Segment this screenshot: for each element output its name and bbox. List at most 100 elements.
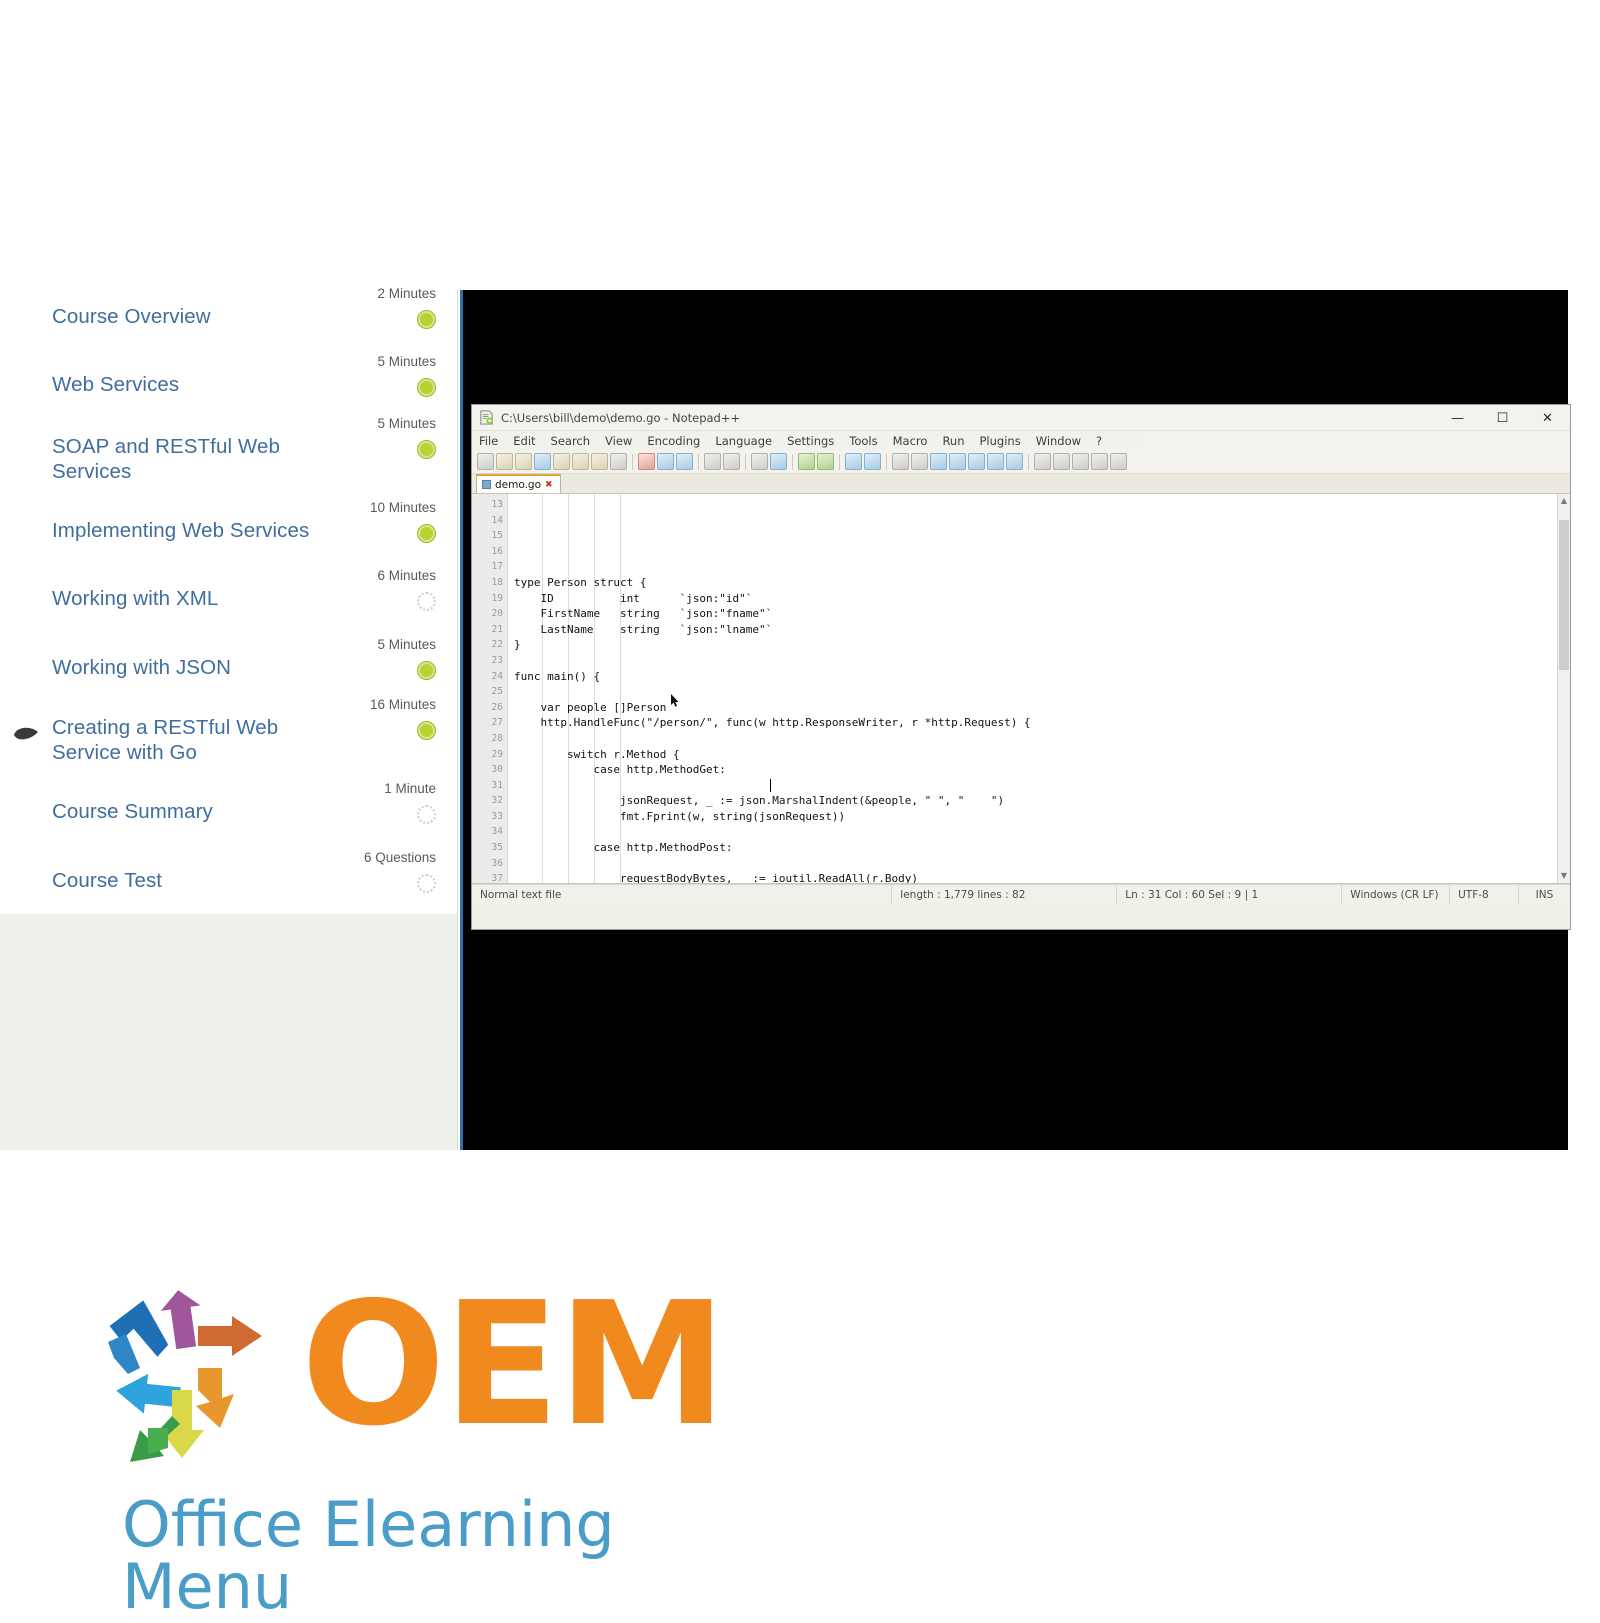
menu-settings[interactable]: Settings <box>787 434 834 448</box>
toolbar-indent-guide-icon[interactable] <box>930 453 947 470</box>
toolbar-macro-rec-icon[interactable] <box>1053 453 1070 470</box>
scroll-down-arrow[interactable]: ▼ <box>1559 871 1569 881</box>
toolbar-close-icon[interactable] <box>553 453 570 470</box>
oem-logo: OEM Office Elearning Menu <box>86 1272 727 1618</box>
menu-language[interactable]: Language <box>715 434 772 448</box>
toolbar-print-icon[interactable] <box>610 453 627 470</box>
course-outline-item-meta: 16 Minutes <box>286 697 436 740</box>
toolbar-ui-go-icon[interactable] <box>949 453 966 470</box>
document-tab-bar[interactable]: demo.go ✖ <box>472 474 1570 494</box>
editor-vertical-scrollbar[interactable]: ▲ ▼ <box>1557 494 1570 883</box>
code-text-area[interactable]: type Person struct { ID int `json:"id"` … <box>508 494 1570 883</box>
line-number: 20 <box>491 608 503 620</box>
toolbar-sync-v-icon[interactable] <box>845 453 862 470</box>
toolbar-macro-play-icon[interactable] <box>1091 453 1108 470</box>
menu-macro[interactable]: Macro <box>893 434 928 448</box>
code-line[interactable]: case http.MethodGet: <box>508 762 1570 778</box>
menu-encoding[interactable]: Encoding <box>647 434 700 448</box>
status-complete-icon <box>417 524 436 543</box>
window-titlebar[interactable]: C:\Users\bill\demo\demo.go - Notepad++ —… <box>472 405 1570 431</box>
menu-file[interactable]: File <box>479 434 498 448</box>
code-line[interactable]: var people []Person <box>508 700 1570 716</box>
minimize-button[interactable]: — <box>1435 405 1480 431</box>
toolbar-ui-doc-icon[interactable] <box>968 453 985 470</box>
code-line[interactable] <box>508 778 1570 794</box>
toolbar-save-icon[interactable] <box>515 453 532 470</box>
toolbar-close-all-icon[interactable] <box>572 453 589 470</box>
line-number: 28 <box>491 732 503 744</box>
code-line[interactable]: ID int `json:"id"` <box>508 591 1570 607</box>
menu-view[interactable]: View <box>605 434 632 448</box>
line-number: 25 <box>491 686 503 698</box>
menu-bar[interactable]: File Edit Search View Encoding Language Settin… <box>472 431 1570 450</box>
course-outline-item[interactable]: Creating a RESTful Web Service with Go 16… <box>0 697 458 775</box>
toolbar-word-wrap-icon[interactable] <box>892 453 909 470</box>
code-line[interactable]: FirstName string `json:"fname"` <box>508 606 1570 622</box>
code-editor[interactable]: 13 14 15 16 17 18 19 20 21 22 23 24 25 26 27 28 29 30 31 32… <box>472 494 1570 884</box>
toolbar-show-all-chars-icon[interactable] <box>911 453 928 470</box>
toolbar-macro-stop-icon[interactable] <box>1072 453 1089 470</box>
document-tab-label: demo.go <box>495 478 542 491</box>
toolbar-cut-icon[interactable] <box>638 453 655 470</box>
tab-close-icon[interactable]: ✖ <box>545 480 553 490</box>
code-line[interactable]: http.HandleFunc("/person/", func(w http.… <box>508 715 1570 731</box>
toolbar-ui-fn-icon[interactable] <box>1006 453 1023 470</box>
line-number: 37 <box>491 873 503 884</box>
course-outline-item-meta: 5 Minutes <box>286 637 436 680</box>
line-number: 18 <box>491 576 503 588</box>
code-line[interactable]: case http.MethodPost: <box>508 840 1570 856</box>
toolbar-redo-icon[interactable] <box>723 453 740 470</box>
code-line[interactable]: fmt.Fprint(w, string(jsonRequest)) <box>508 809 1570 825</box>
toolbar-zoom-in-icon[interactable] <box>798 453 815 470</box>
toolbar-open-file-icon[interactable] <box>496 453 513 470</box>
course-outline-item[interactable]: SOAP and RESTful Web Services 5 Minutes <box>0 416 458 494</box>
code-line[interactable]: } <box>508 637 1570 653</box>
code-line[interactable] <box>508 825 1570 841</box>
video-player-area[interactable]: C:\Users\bill\demo\demo.go - Notepad++ —… <box>460 290 1571 1150</box>
toolbar-new-file-icon[interactable] <box>477 453 494 470</box>
status-incomplete-icon <box>417 805 436 824</box>
code-line[interactable]: type Person struct { <box>508 575 1570 591</box>
toolbar[interactable] <box>472 450 1570 474</box>
toolbar-undo-icon[interactable] <box>704 453 721 470</box>
status-complete-icon <box>417 661 436 680</box>
toolbar-macro-save-icon[interactable] <box>1110 453 1127 470</box>
code-line[interactable] <box>508 731 1570 747</box>
close-button[interactable]: ✕ <box>1525 405 1570 431</box>
notepad-plus-plus-window[interactable]: C:\Users\bill\demo\demo.go - Notepad++ —… <box>471 404 1571 930</box>
course-outline-item-meta: 10 Minutes <box>286 500 436 543</box>
code-line[interactable]: jsonRequest, _ := json.MarshalIndent(&pe… <box>508 793 1570 809</box>
menu-[interactable]: ? <box>1096 434 1102 448</box>
code-line[interactable] <box>508 684 1570 700</box>
toolbar-sync-h-icon[interactable] <box>864 453 881 470</box>
maximize-button[interactable]: ☐ <box>1480 405 1525 431</box>
toolbar-ui-map-icon[interactable] <box>987 453 1004 470</box>
toolbar-find-icon[interactable] <box>751 453 768 470</box>
menu-search[interactable]: Search <box>551 434 591 448</box>
toolbar-doc-list-icon[interactable] <box>1034 453 1051 470</box>
scroll-up-arrow[interactable]: ▲ <box>1559 496 1569 506</box>
code-line[interactable] <box>508 856 1570 872</box>
line-number: 35 <box>491 842 503 854</box>
document-tab-demo-go[interactable]: demo.go ✖ <box>476 474 561 493</box>
menu-run[interactable]: Run <box>942 434 964 448</box>
toolbar-zoom-out-icon[interactable] <box>817 453 834 470</box>
toolbar-print-preview-icon[interactable] <box>591 453 608 470</box>
menu-window[interactable]: Window <box>1036 434 1081 448</box>
code-line[interactable]: LastName string `json:"lname"` <box>508 622 1570 638</box>
menu-tools[interactable]: Tools <box>849 434 877 448</box>
toolbar-paste-icon[interactable] <box>676 453 693 470</box>
code-line[interactable] <box>508 653 1570 669</box>
course-outline-item-duration: 5 Minutes <box>377 354 436 369</box>
code-line[interactable]: func main() { <box>508 669 1570 685</box>
menu-edit[interactable]: Edit <box>513 434 535 448</box>
code-line[interactable]: requestBodyBytes, _ := ioutil.ReadAll(r.… <box>508 871 1570 883</box>
toolbar-save-all-icon[interactable] <box>534 453 551 470</box>
code-line[interactable]: switch r.Method { <box>508 747 1570 763</box>
toolbar-replace-icon[interactable] <box>770 453 787 470</box>
scrollbar-thumb[interactable] <box>1559 520 1569 670</box>
course-outline-item[interactable]: Course Test 6 Questions <box>0 850 458 928</box>
toolbar-copy-icon[interactable] <box>657 453 674 470</box>
menu-plugins[interactable]: Plugins <box>980 434 1021 448</box>
course-outline-item-duration: 16 Minutes <box>369 697 436 712</box>
